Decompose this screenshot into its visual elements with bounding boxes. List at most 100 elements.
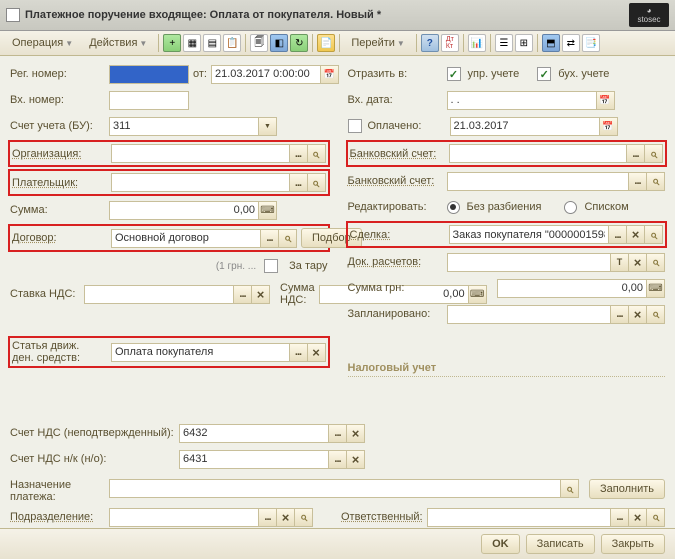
payer-search[interactable] [307,173,326,192]
from-date-input[interactable] [211,65,321,84]
bank-acc-select[interactable] [626,144,645,163]
vat-unconf-select[interactable] [328,424,347,443]
toolbar-icon-13[interactable]: ⇄ [562,34,580,52]
sum-grn-calc[interactable] [646,279,665,298]
planned-clear[interactable] [628,305,647,324]
responsible-clear[interactable] [628,508,647,527]
sum-calc[interactable] [258,201,277,220]
goto-menu[interactable]: Перейти▼ [344,34,412,52]
planned-input[interactable] [447,305,612,324]
mgmt-checkbox[interactable] [447,67,461,81]
toolbar-icon-9[interactable]: 📊 [468,34,486,52]
paid-checkbox[interactable] [348,119,362,133]
bank-acc-search[interactable] [644,144,663,163]
vat-nk-select[interactable] [328,450,347,469]
toolbar-icon-6[interactable]: ◧ [270,34,288,52]
bank-acc2-search[interactable] [646,172,665,191]
operation-menu[interactable]: Операция▼ [5,34,80,52]
ok-button[interactable]: OK [481,534,520,554]
toolbar-icon-10[interactable]: ☰ [495,34,513,52]
toolbar-icon-14[interactable]: 📑 [582,34,600,52]
contract-select[interactable] [260,229,279,248]
toolbar-icon-8[interactable]: 📄 [317,34,335,52]
planned-select[interactable] [610,305,629,324]
contract-input[interactable] [111,229,261,248]
payer-input[interactable] [111,173,290,192]
responsible-input[interactable] [427,508,611,527]
vat-unconf-input[interactable] [179,424,329,443]
org-input[interactable] [111,144,290,163]
division-search[interactable] [294,508,313,527]
bank-acc-label[interactable]: Банковский счет: [350,148,445,160]
purpose-input[interactable] [109,479,561,498]
division-clear[interactable] [276,508,295,527]
doc-calc-clear[interactable] [628,253,647,272]
bank-acc2-input[interactable] [447,172,630,191]
org-label[interactable]: Организация: [12,148,107,160]
movement-input[interactable] [111,343,290,362]
in-date-input[interactable] [447,91,597,110]
payer-select[interactable] [289,173,308,192]
from-date-picker[interactable] [320,65,339,84]
doc-calc-search[interactable] [646,253,665,272]
org-search[interactable] [307,144,326,163]
division-label[interactable]: Подразделение: [10,511,105,523]
right-column: Отразить в: упр. учете бух. учете Вх. да… [348,64,666,469]
reg-no-input[interactable] [109,65,189,84]
close-button[interactable]: Закрыть [601,534,665,554]
purpose-search[interactable] [560,479,579,498]
responsible-select[interactable] [610,508,629,527]
doc-calc-input[interactable] [447,253,612,272]
vat-nk-input[interactable] [179,450,329,469]
deal-clear[interactable] [626,225,645,244]
in-no-input[interactable] [109,91,189,110]
in-date-picker[interactable] [596,91,615,110]
doc-calc-label[interactable]: Док. расчетов: [348,256,443,268]
bank-acc2-select[interactable] [628,172,647,191]
vat-rate-select[interactable] [233,285,252,304]
contract-search[interactable] [278,229,297,248]
toolbar-icon-3[interactable]: ▤ [203,34,221,52]
account-bu-input[interactable] [109,117,259,136]
responsible-label[interactable]: Ответственный: [341,511,423,523]
deal-select[interactable] [608,225,627,244]
sum-grn-input[interactable] [497,279,647,298]
bank-acc-input[interactable] [449,144,628,163]
doc-calc-t[interactable] [610,253,629,272]
paid-date-picker[interactable] [599,117,618,136]
toolbar-icon-add[interactable]: + [163,34,181,52]
bank-acc2-label[interactable]: Банковский счет: [348,175,443,187]
org-select[interactable] [289,144,308,163]
toolbar-icon-12[interactable]: ⬒ [542,34,560,52]
toolbar-icon-5[interactable]: 🗐 [250,34,268,52]
movement-select[interactable] [289,343,308,362]
tara-checkbox[interactable] [264,259,278,273]
payer-label[interactable]: Плательщик: [12,177,107,189]
dtkt-icon[interactable]: ДтКт [441,34,459,52]
vat-rate-clear[interactable] [251,285,270,304]
movement-clear[interactable] [307,343,326,362]
toolbar-icon-11[interactable]: ⊞ [515,34,533,52]
division-select[interactable] [258,508,277,527]
deal-label[interactable]: Сделка: [350,229,445,241]
division-input[interactable] [109,508,259,527]
contract-label[interactable]: Договор: [12,232,107,244]
paid-date-input[interactable] [450,117,600,136]
planned-search[interactable] [646,305,665,324]
deal-search[interactable] [644,225,663,244]
toolbar-icon-4[interactable]: 📋 [223,34,241,52]
toolbar-icon-2[interactable]: ▦ [183,34,201,52]
actions-menu[interactable]: Действия▼ [82,34,154,52]
no-split-radio[interactable] [447,201,460,214]
deal-input[interactable] [449,225,610,244]
account-bu-dropdown[interactable] [258,117,277,136]
responsible-search[interactable] [646,508,665,527]
save-button[interactable]: Записать [526,534,595,554]
list-radio[interactable] [564,201,577,214]
help-icon[interactable]: ? [421,34,439,52]
acc-checkbox[interactable] [537,67,551,81]
sum-input[interactable] [109,201,259,220]
fill-button[interactable]: Заполнить [589,479,665,499]
toolbar-icon-7[interactable]: ↻ [290,34,308,52]
vat-rate-input[interactable] [84,285,234,304]
